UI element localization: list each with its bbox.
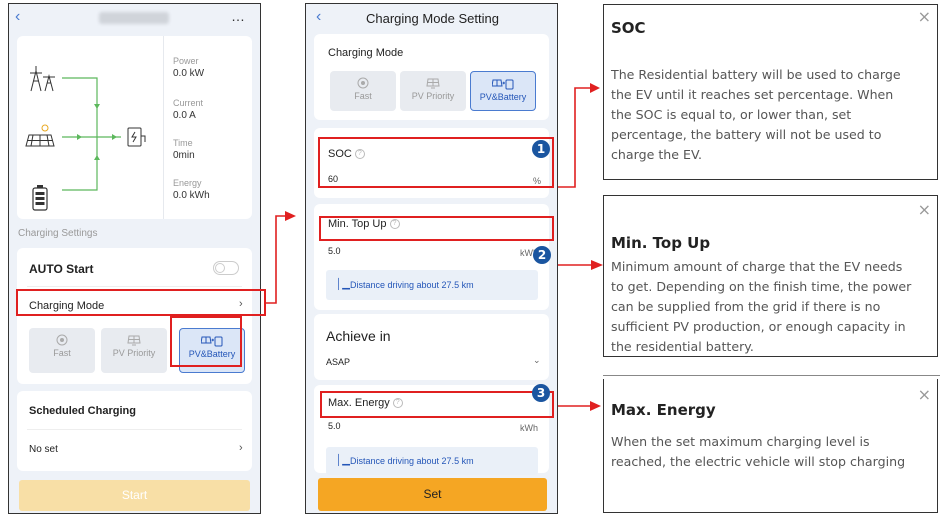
achieve-in-label: Achieve in — [326, 328, 391, 344]
min-top-up-info-panel: Min. Top Up × Minimum amount of charge t… — [603, 195, 938, 357]
set-button[interactable]: Set — [318, 478, 547, 511]
max-energy-input[interactable]: 5.0 — [328, 421, 341, 431]
mode-label: PV&Battery — [479, 92, 527, 102]
highlight-max-energy — [320, 391, 554, 418]
min-top-up-input[interactable]: 5.0 — [328, 246, 341, 256]
badge-3: 3 — [532, 384, 550, 402]
close-icon[interactable]: × — [918, 7, 931, 26]
charging-mode-setting-screen: ‹ Charging Mode Setting Charging Mode Fa… — [305, 3, 558, 514]
achieve-in-card: Achieve in ASAP ⌄ — [314, 314, 549, 380]
max-energy-unit: kWh — [520, 423, 538, 433]
highlight-min-top-up — [319, 216, 554, 241]
panel-divider-line — [603, 375, 940, 376]
distance-icon: │▁ — [336, 279, 350, 290]
chevron-down-icon: ⌄ — [533, 355, 541, 365]
badge-2: 2 — [533, 246, 551, 264]
info-title: Max. Energy — [611, 401, 716, 419]
info-line: reached, the electric vehicle will stop … — [611, 454, 906, 469]
info-line: Minimum amount of charge that the EV nee… — [611, 259, 903, 274]
pv-battery-icon — [492, 79, 514, 90]
info-line: the SOC is equal to, or lower than, set — [611, 107, 852, 122]
info-line: to get. Depending on the finish time, th… — [611, 279, 912, 294]
achieve-select[interactable]: ASAP ⌄ — [314, 348, 549, 376]
badge-1: 1 — [532, 140, 550, 158]
fast-icon — [357, 77, 369, 89]
soc-info-panel: SOC × The Residential battery will be us… — [603, 4, 938, 180]
info-line: percentage, the battery will not be used… — [611, 127, 882, 142]
close-icon[interactable]: × — [918, 385, 931, 404]
max-energy-info-panel: Max. Energy × When the set maximum charg… — [603, 379, 938, 513]
page-title: Charging Mode Setting — [366, 11, 499, 26]
charging-mode-heading: Charging Mode — [328, 47, 404, 59]
info-title: SOC — [611, 19, 646, 37]
charging-mode-card: Charging Mode Fast PV Priority PV&Batter… — [314, 34, 549, 120]
info-line: charge the EV. — [611, 147, 702, 162]
mode-fast-button[interactable]: Fast — [330, 71, 396, 111]
min-distance-row: │▁ Distance driving about 27.5 km — [326, 270, 538, 300]
distance-icon: │▁ — [336, 455, 350, 466]
info-line: can be supplied from the grid if there i… — [611, 299, 881, 314]
achieve-value: ASAP — [326, 357, 351, 367]
max-distance-text: Distance driving about 27.5 km — [350, 456, 474, 466]
pv-panel-icon — [426, 78, 440, 89]
mode-label: Fast — [354, 91, 372, 101]
info-title: Min. Top Up — [611, 234, 711, 252]
close-icon[interactable]: × — [918, 200, 931, 219]
min-distance-text: Distance driving about 27.5 km — [350, 280, 474, 290]
highlight-soc — [318, 137, 554, 188]
mode-label: PV Priority — [411, 91, 455, 101]
info-line: The Residential battery will be used to … — [611, 67, 901, 82]
info-line: When the set maximum charging level is — [611, 434, 870, 449]
info-line: the EV until it reaches set percentage. … — [611, 87, 894, 102]
max-distance-row: │▁ Distance driving about 27.5 km — [326, 447, 538, 475]
mode-pv-battery-button[interactable]: PV&Battery — [470, 71, 536, 111]
mode-pv-priority-button[interactable]: PV Priority — [400, 71, 466, 111]
info-line: the residential battery. — [611, 339, 754, 354]
info-line: sufficient PV production, or enough capa… — [611, 319, 906, 334]
